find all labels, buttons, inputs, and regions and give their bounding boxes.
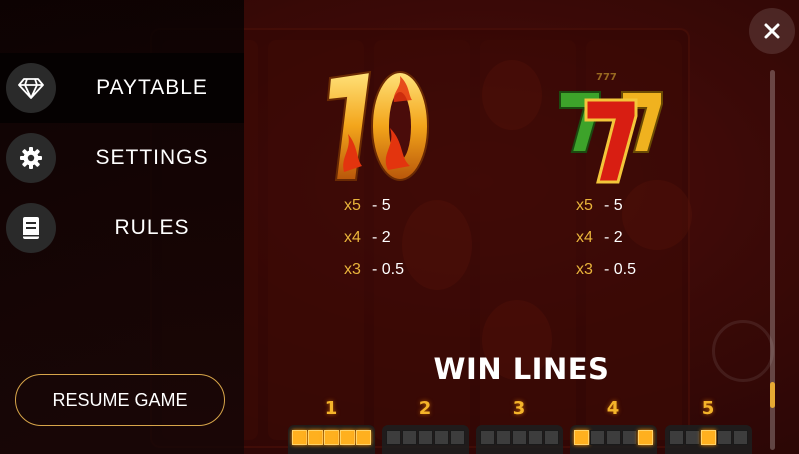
close-icon bbox=[764, 23, 780, 39]
menu-label: SETTINGS bbox=[95, 146, 209, 169]
sidebar-menu: PAYTABLE SETTINGS RULES RESUME GAME bbox=[0, 0, 244, 454]
winline-cell bbox=[669, 430, 684, 445]
payout-row: x5 - 5 bbox=[576, 190, 636, 222]
winline-pattern bbox=[665, 425, 752, 454]
gear-icon bbox=[6, 133, 56, 183]
winline-pattern bbox=[288, 425, 375, 454]
winline-cell bbox=[544, 430, 559, 445]
winline-cell-active bbox=[292, 430, 307, 445]
flaming-ten-symbol bbox=[326, 70, 429, 181]
payout-value: - 0.5 bbox=[372, 261, 405, 278]
payout-multiplier: x4 bbox=[344, 229, 361, 246]
winline-cell bbox=[733, 430, 748, 445]
payout-multiplier: x3 bbox=[576, 261, 593, 278]
payout-value: - 2 bbox=[604, 229, 623, 246]
winline-pattern bbox=[476, 425, 563, 454]
payout-multiplier: x4 bbox=[576, 229, 593, 246]
payout-value: - 5 bbox=[372, 197, 391, 214]
diamond-icon bbox=[6, 63, 56, 113]
winline-cell bbox=[590, 430, 605, 445]
winline-number: 4 bbox=[606, 398, 620, 419]
payout-value: - 2 bbox=[372, 229, 391, 246]
close-button[interactable] bbox=[749, 8, 795, 54]
winline-cell-active bbox=[701, 430, 716, 445]
winline-cell bbox=[402, 430, 417, 445]
payout-row: x5 - 5 bbox=[344, 190, 404, 222]
payout-multiplier: x3 bbox=[344, 261, 361, 278]
winline-cell bbox=[606, 430, 621, 445]
winline-cell-active bbox=[340, 430, 355, 445]
winline-cell bbox=[386, 430, 401, 445]
winline-number: 2 bbox=[418, 398, 432, 419]
winline-cell bbox=[480, 430, 495, 445]
winline-number: 1 bbox=[324, 398, 338, 419]
winline-cell-active bbox=[574, 430, 589, 445]
payout-row: x4 - 2 bbox=[576, 222, 636, 254]
winline-pattern bbox=[570, 425, 657, 454]
payout-row: x4 - 2 bbox=[344, 222, 404, 254]
payout-list: x5 - 5 x4 - 2 x3 - 0.5 bbox=[344, 190, 404, 286]
payout-row: x3 - 0.5 bbox=[576, 254, 636, 286]
winline-cell bbox=[528, 430, 543, 445]
menu-item-rules[interactable]: RULES bbox=[0, 193, 244, 263]
winline-cell-active bbox=[308, 430, 323, 445]
winline-cell bbox=[512, 430, 527, 445]
winline-cell-active bbox=[638, 430, 653, 445]
winline-cell bbox=[685, 430, 700, 445]
triple-seven-symbol: 777 bbox=[559, 72, 663, 184]
resume-game-button[interactable]: RESUME GAME bbox=[15, 374, 225, 426]
winline-cell bbox=[434, 430, 449, 445]
payout-value: - 0.5 bbox=[604, 261, 637, 278]
menu-label: RULES bbox=[114, 216, 190, 239]
winline-cell bbox=[717, 430, 732, 445]
winline-cell bbox=[496, 430, 511, 445]
svg-text:777: 777 bbox=[596, 72, 617, 83]
payout-list: x5 - 5 x4 - 2 x3 - 0.5 bbox=[576, 190, 636, 286]
menu-item-paytable[interactable]: PAYTABLE bbox=[0, 53, 244, 123]
payout-multiplier: x5 bbox=[344, 197, 361, 214]
winline-cell-active bbox=[324, 430, 339, 445]
payout-row: x3 - 0.5 bbox=[344, 254, 404, 286]
winline-cell bbox=[450, 430, 465, 445]
winline-cell bbox=[622, 430, 637, 445]
menu-item-settings[interactable]: SETTINGS bbox=[0, 123, 244, 193]
winline-number: 5 bbox=[701, 398, 715, 419]
winlines-title: WIN LINES bbox=[433, 352, 610, 386]
scrollbar-thumb[interactable] bbox=[770, 382, 775, 408]
menu-label: PAYTABLE bbox=[96, 76, 208, 99]
payout-multiplier: x5 bbox=[576, 197, 593, 214]
winline-number: 3 bbox=[512, 398, 526, 419]
winline-cell bbox=[418, 430, 433, 445]
winline-cell-active bbox=[356, 430, 371, 445]
book-icon bbox=[6, 203, 56, 253]
payout-value: - 5 bbox=[604, 197, 623, 214]
winline-pattern bbox=[382, 425, 469, 454]
